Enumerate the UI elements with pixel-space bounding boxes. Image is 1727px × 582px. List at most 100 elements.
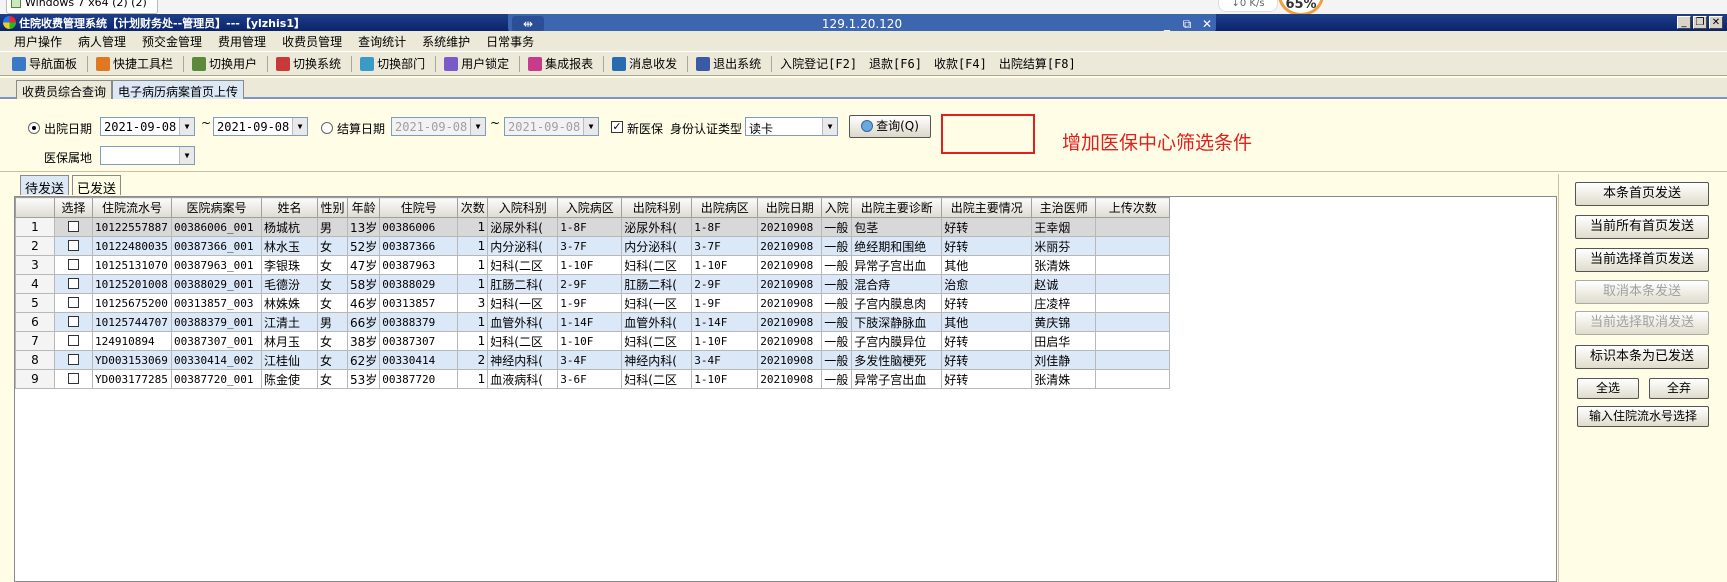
send-all-button[interactable]: 当前所有首页发送: [1575, 215, 1709, 239]
table-row[interactable]: 4 10125201008 00388029_001 毛德汾女 58岁 00388029 1…: [15, 274, 1171, 294]
row-checkbox[interactable]: [68, 354, 79, 365]
column-header[interactable]: 入院病区: [557, 197, 623, 218]
query-button[interactable]: 查询(Q): [849, 115, 931, 138]
select-cell[interactable]: [54, 255, 93, 275]
rdp-minimize-button[interactable]: _: [1158, 16, 1176, 32]
discharge-date-radio[interactable]: [28, 122, 40, 134]
row-checkbox[interactable]: [68, 240, 79, 251]
table-row[interactable]: 6 10125744707 00388379_001 江清土男 66岁 00388379 1…: [15, 312, 1171, 332]
menu-item[interactable]: 系统维护: [422, 33, 470, 50]
select-cell[interactable]: [54, 369, 93, 389]
chevron-down-icon[interactable]: ▼: [822, 118, 837, 135]
column-header[interactable]: 住院流水号: [92, 197, 172, 218]
new-insurance-checkbox[interactable]: ✓: [611, 121, 623, 133]
toolbar-button[interactable]: 退出系统: [696, 55, 761, 72]
table-row[interactable]: 9 YD003177285 00387720_001 陈金使女 53岁 00387720 1…: [15, 369, 1171, 389]
rdp-close-button[interactable]: ✕: [1198, 16, 1216, 32]
mark-sent-button[interactable]: 标识本条为已发送: [1575, 345, 1709, 369]
input-serial-button[interactable]: 输入住院流水号选择: [1577, 406, 1709, 427]
toolbar-shortcut[interactable]: 收款[F4]: [934, 55, 987, 72]
column-header[interactable]: [15, 197, 55, 218]
row-checkbox[interactable]: [68, 373, 79, 384]
column-header[interactable]: 医院病案号: [171, 197, 262, 218]
column-header[interactable]: 入院科别: [487, 197, 559, 218]
chevron-down-icon[interactable]: ▼: [179, 118, 194, 135]
row-checkbox[interactable]: [68, 278, 79, 289]
menu-item[interactable]: 预交金管理: [142, 33, 202, 50]
column-header[interactable]: 选择: [54, 197, 93, 218]
menu-item[interactable]: 查询统计: [358, 33, 406, 50]
chevron-down-icon[interactable]: ▼: [292, 118, 307, 135]
column-header[interactable]: 入院: [821, 197, 853, 218]
select-all-button[interactable]: 全选: [1577, 378, 1639, 399]
table-row[interactable]: 3 10125131070 00387963_001 李银珠女 47岁 00387963 1…: [15, 255, 1171, 275]
select-cell[interactable]: [54, 274, 93, 294]
menu-item[interactable]: 费用管理: [218, 33, 266, 50]
toolbar-button[interactable]: 快捷工具栏: [96, 55, 173, 72]
row-checkbox[interactable]: [68, 221, 79, 232]
column-header[interactable]: 性别: [317, 197, 348, 218]
discharge-from-date[interactable]: 2021-09-08 ▼: [100, 117, 195, 136]
table-row[interactable]: 8 YD003153069 00330414_002 江桂仙女 62岁 00330414 2…: [15, 350, 1171, 370]
toolbar-shortcut[interactable]: 退款[F6]: [869, 55, 922, 72]
column-header[interactable]: 次数: [457, 197, 489, 218]
send-current-button[interactable]: 本条首页发送: [1575, 182, 1709, 206]
toolbar-shortcut[interactable]: 入院登记[F2]: [780, 55, 857, 72]
menu-item[interactable]: 日常事务: [486, 33, 534, 50]
table-row[interactable]: 5 10125675200 00313857_003 林姝姝女 46岁 00313857 3…: [15, 293, 1171, 313]
select-cell[interactable]: [54, 312, 93, 332]
select-cell[interactable]: [54, 217, 93, 237]
column-header[interactable]: 姓名: [261, 197, 318, 218]
toolbar-button[interactable]: 消息收发: [612, 55, 677, 72]
minimize-button[interactable]: _: [1677, 16, 1691, 29]
select-cell[interactable]: [54, 350, 93, 370]
table-cell: 20210908: [757, 236, 823, 256]
rdp-restore-button[interactable]: ⧉: [1178, 16, 1196, 32]
menu-item[interactable]: 病人管理: [78, 33, 126, 50]
select-cell[interactable]: [54, 331, 93, 351]
select-cell[interactable]: [54, 293, 93, 313]
chevron-down-icon[interactable]: ▼: [179, 147, 194, 164]
toolbar-button[interactable]: 导航面板: [12, 55, 77, 72]
toolbar-button[interactable]: 切换用户: [192, 55, 257, 72]
insurance-region-select[interactable]: ▼: [100, 146, 195, 165]
column-header[interactable]: 住院号: [379, 197, 459, 218]
column-header[interactable]: 出院科别: [621, 197, 693, 218]
table-cell: 20210908: [757, 274, 823, 294]
toolbar-button[interactable]: 切换部门: [360, 55, 425, 72]
tab-sent[interactable]: 已发送: [72, 175, 122, 197]
row-checkbox[interactable]: [68, 316, 79, 327]
select-cell[interactable]: [54, 236, 93, 256]
close-button[interactable]: ✕: [1709, 16, 1723, 29]
table-row[interactable]: 2 10122480035 00387366_001 林水玉女 52岁 00387366 1…: [15, 236, 1171, 256]
tab-cashier-query[interactable]: 收费员综合查询: [16, 80, 113, 99]
table-cell: 00387307_001: [171, 331, 262, 351]
toolbar-button[interactable]: 切换系统: [276, 55, 341, 72]
maximize-button[interactable]: ❐: [1693, 16, 1707, 29]
column-header[interactable]: 出院病区: [691, 197, 759, 218]
table-row[interactable]: 1 10122557887 00386006_001 杨城杭男 13岁 00386006 1…: [15, 217, 1171, 237]
toolbar-button[interactable]: 集成报表: [528, 55, 593, 72]
settle-date-radio[interactable]: [321, 122, 333, 134]
row-checkbox[interactable]: [68, 259, 79, 270]
column-header[interactable]: 出院日期: [757, 197, 823, 218]
row-checkbox[interactable]: [68, 335, 79, 346]
table-row[interactable]: 7 124910894 00387307_001 林月玉女 38岁 00387307 1 妇科…: [15, 331, 1171, 351]
column-header[interactable]: 出院主要情况: [941, 197, 1033, 218]
send-selected-button[interactable]: 当前选择首页发送: [1575, 248, 1709, 272]
menu-item[interactable]: 用户操作: [14, 33, 62, 50]
column-header[interactable]: 主治医师: [1031, 197, 1097, 218]
tab-pending[interactable]: 待发送: [20, 175, 70, 197]
host-tab[interactable]: Windows 7 x64 (2) (2): [6, 0, 158, 14]
discharge-to-date[interactable]: 2021-09-08 ▼: [213, 117, 308, 136]
deselect-all-button[interactable]: 全弃: [1649, 378, 1709, 399]
column-header[interactable]: 出院主要诊断: [851, 197, 943, 218]
column-header[interactable]: 年龄: [346, 197, 381, 218]
tab-emr-upload[interactable]: 电子病历病案首页上传: [112, 80, 245, 99]
column-header[interactable]: 上传次数: [1095, 197, 1171, 218]
menu-item[interactable]: 收费员管理: [282, 33, 342, 50]
row-checkbox[interactable]: [68, 297, 79, 308]
id-type-select[interactable]: 读卡 ▼: [745, 117, 838, 136]
toolbar-shortcut[interactable]: 出院结算[F8]: [999, 55, 1076, 72]
toolbar-button[interactable]: 用户锁定: [444, 55, 509, 72]
